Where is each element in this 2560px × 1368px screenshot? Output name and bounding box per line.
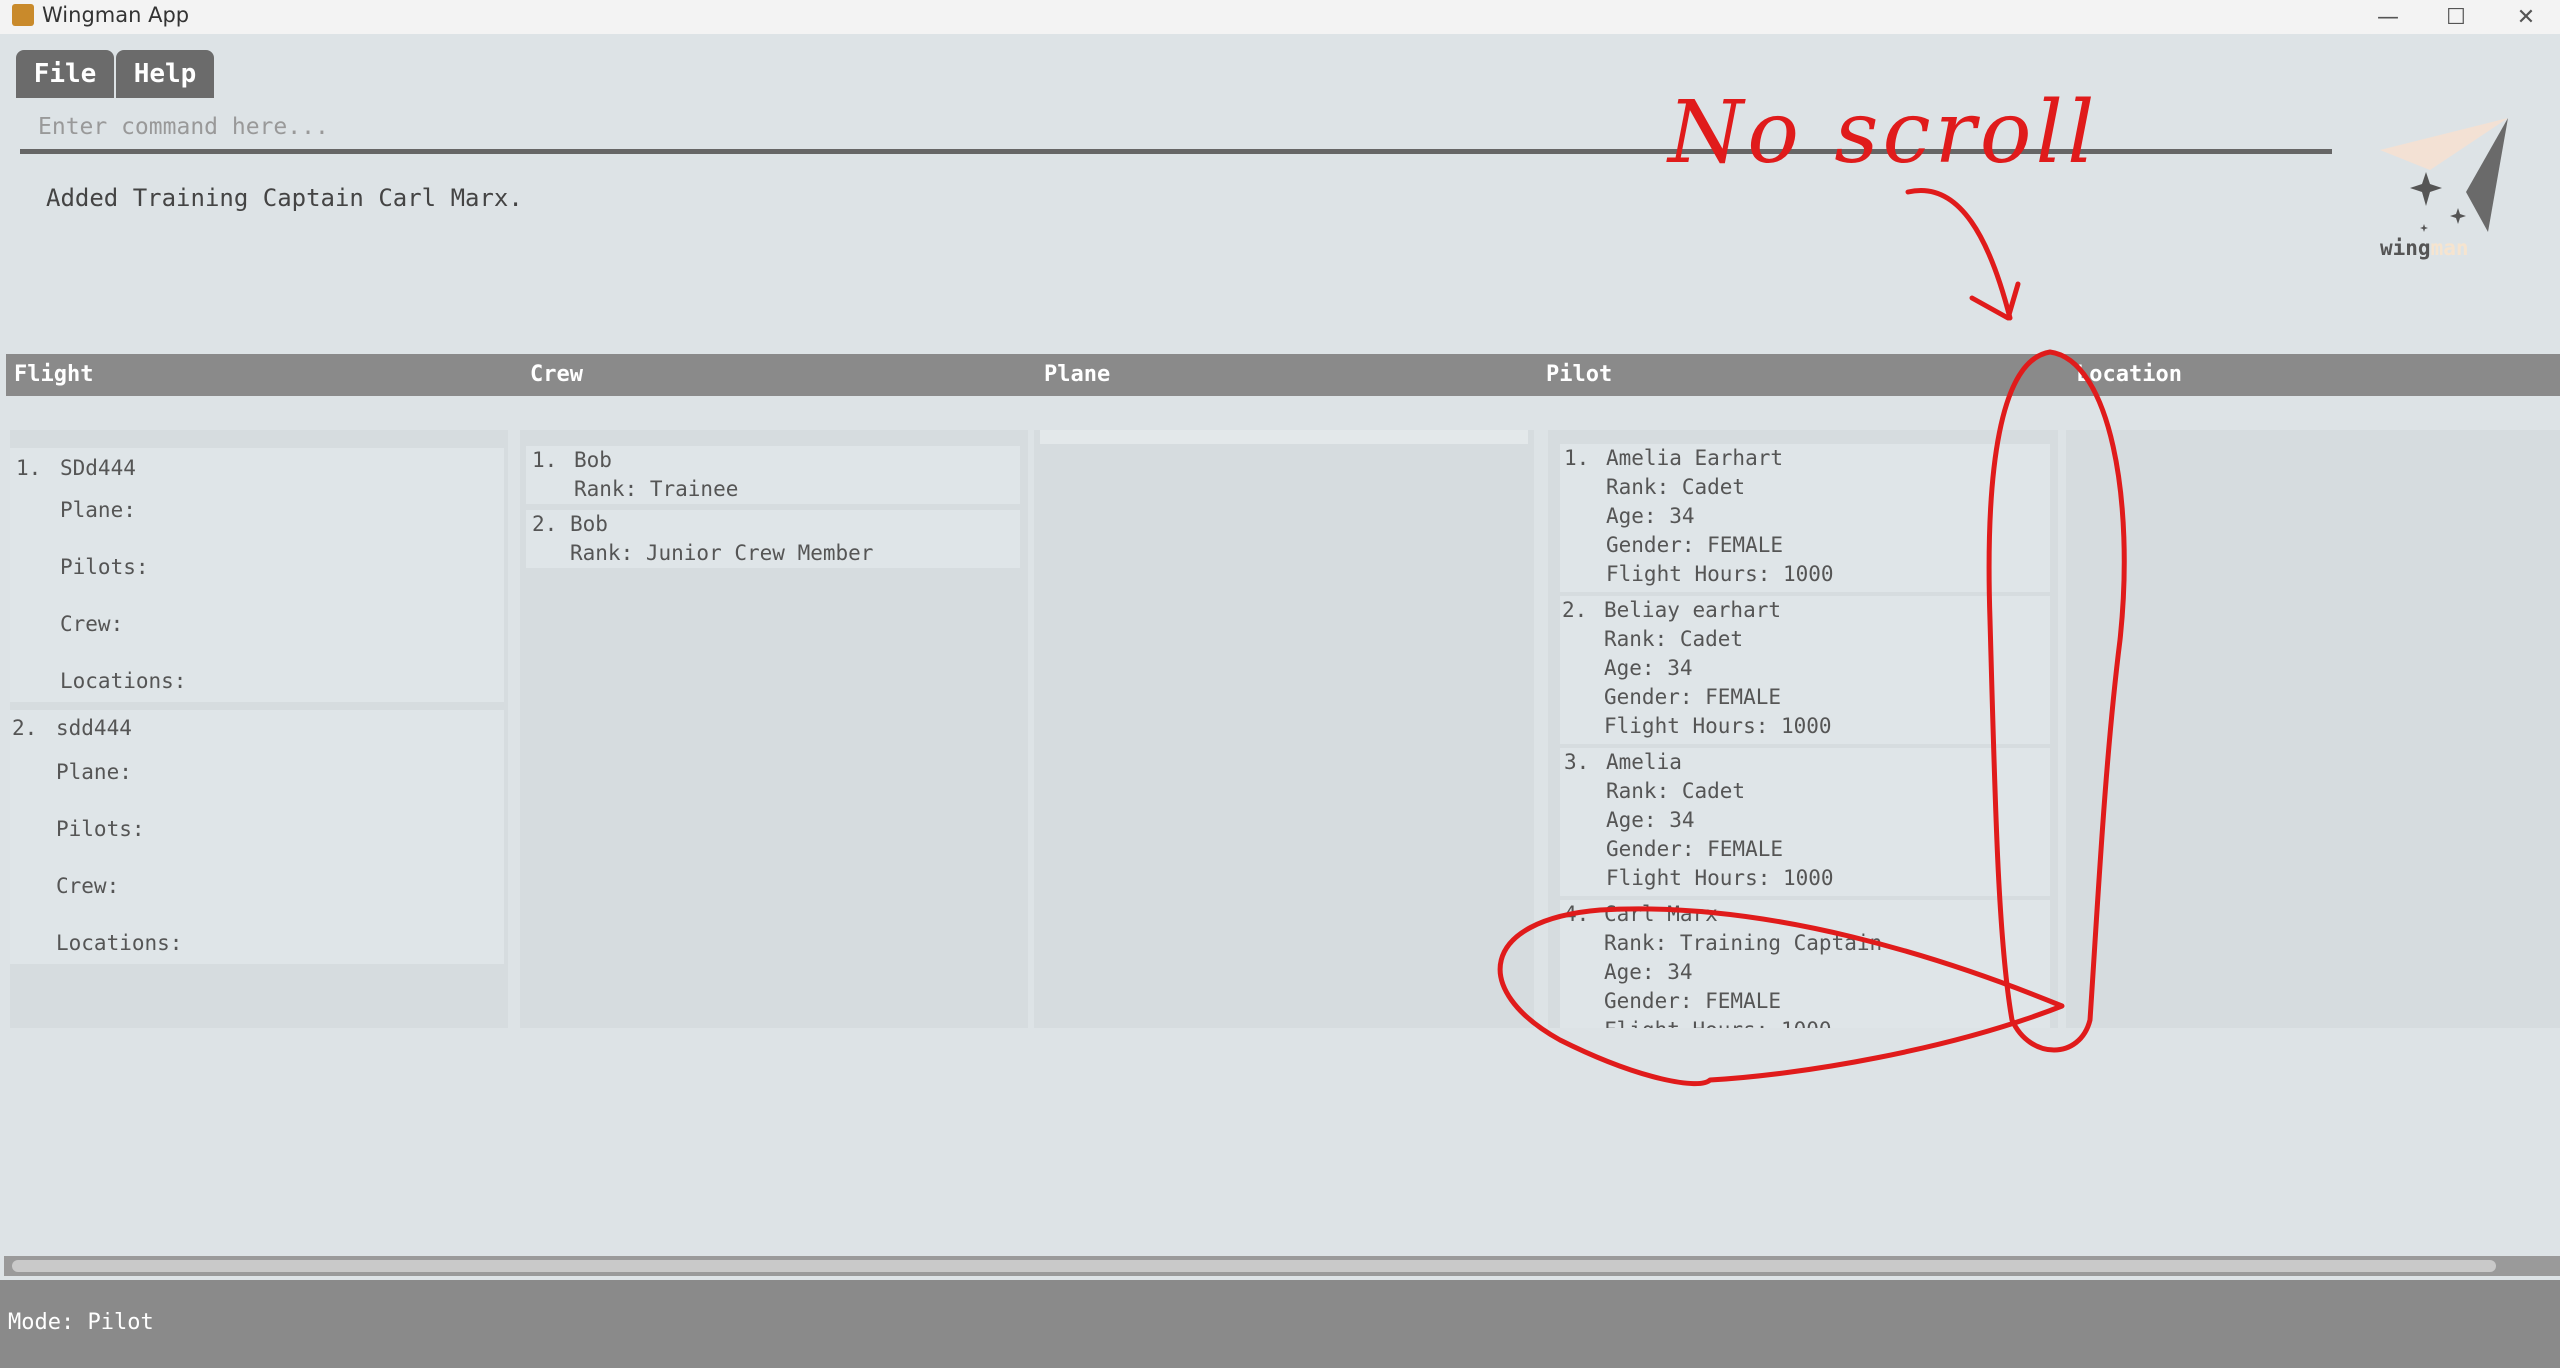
list-item[interactable]: 2. Beliay earhart Rank: Cadet Age: 34 Ge… — [1560, 596, 2050, 744]
pilot-gender: Gender: FEMALE — [1606, 533, 1784, 557]
pilot-index: 4. — [1564, 902, 1590, 926]
pilot-index: 1. — [1564, 446, 1590, 470]
flight-list[interactable]: 1. SDd444 Plane: Pilots: Crew: Locations… — [10, 430, 508, 1028]
column-header-bar: Flight Crew Plane Pilot Location — [6, 354, 2560, 396]
pilot-hours: Flight Hours: 1000 — [1604, 714, 1832, 738]
pilot-name: Beliay earhart — [1604, 598, 1782, 622]
pilot-list[interactable]: 1. Amelia Earhart Rank: Cadet Age: 34 Ge… — [1548, 430, 2058, 1028]
app-icon — [12, 4, 34, 26]
flight-plane-label: Plane: — [56, 760, 132, 784]
pilot-gender: Gender: FEMALE — [1606, 837, 1784, 861]
pilot-index: 3. — [1564, 750, 1590, 774]
pilot-age: Age: 34 — [1604, 960, 1693, 984]
plane-list[interactable] — [1034, 430, 1534, 1028]
flight-pilots-label: Pilots: — [56, 817, 145, 841]
crew-rank: Rank: Junior Crew Member — [570, 541, 874, 565]
flight-pilots-label: Pilots: — [60, 555, 149, 579]
flight-crew-label: Crew: — [56, 874, 120, 898]
command-input[interactable] — [20, 104, 2332, 154]
pilot-name: Carl Marx — [1604, 902, 1718, 926]
location-list[interactable] — [2066, 430, 2560, 1028]
window-titlebar: Wingman App — ☐ ✕ — [0, 0, 2560, 34]
pilot-gender: Gender: FEMALE — [1604, 685, 1782, 709]
flight-locations-label: Locations: — [56, 931, 183, 955]
menu-help[interactable]: Help — [116, 50, 214, 98]
pilot-rank: Rank: Cadet — [1606, 475, 1746, 499]
annotation-arrow-icon — [1905, 188, 2013, 321]
close-button[interactable]: ✕ — [2496, 0, 2556, 34]
list-item[interactable]: 1. SDd444 Plane: Pilots: Crew: Locations… — [10, 448, 504, 702]
pilot-hours: Flight Hours: 1000 — [1606, 866, 1834, 890]
window-title: Wingman App — [42, 3, 190, 27]
crew-name: Bob — [570, 512, 608, 536]
crew-list[interactable]: 1. Bob Rank: Trainee 2. Bob Rank: Junior… — [520, 430, 1028, 1028]
menu-bar: File Help — [0, 34, 2560, 104]
pilot-index: 2. — [1562, 598, 1588, 622]
pilot-rank: Rank: Cadet — [1604, 627, 1744, 651]
flight-code: SDd444 — [60, 456, 136, 480]
status-bar: Mode: Pilot — [0, 1280, 2560, 1368]
horizontal-scrollbar[interactable] — [4, 1256, 2560, 1276]
pilot-name: Amelia — [1606, 750, 1682, 774]
mode-status: Mode: Pilot — [8, 1310, 154, 1335]
result-display: Added Training Captain Carl Marx. — [46, 184, 523, 212]
pilot-age: Age: 34 — [1604, 656, 1693, 680]
flight-plane-label: Plane: — [60, 498, 136, 522]
pilot-hours: Flight Hours: 1000 — [1606, 562, 1834, 586]
crew-index: 1. — [532, 448, 558, 472]
flight-crew-label: Crew: — [60, 612, 124, 636]
logo-text-man: man — [2430, 236, 2469, 260]
minimize-button[interactable]: — — [2358, 0, 2418, 34]
header-flight: Flight — [14, 362, 94, 387]
crew-index: 2. — [532, 512, 558, 536]
list-item[interactable]: 3. Amelia Rank: Cadet Age: 34 Gender: FE… — [1560, 748, 2050, 896]
list-item[interactable]: 4. Carl Marx Rank: Training Captain Age:… — [1560, 900, 2050, 1028]
crew-name: Bob — [574, 448, 612, 472]
list-item[interactable]: 2. Bob Rank: Junior Crew Member — [526, 510, 1020, 568]
header-crew: Crew — [530, 362, 583, 387]
list-item[interactable]: 1. Bob Rank: Trainee — [526, 446, 1020, 504]
pilot-rank: Rank: Training Captain — [1604, 931, 1883, 955]
pilot-hours: Flight Hours: 1000 — [1604, 1016, 1832, 1028]
flight-locations-label: Locations: — [60, 669, 187, 693]
pilot-rank: Rank: Cadet — [1606, 779, 1746, 803]
crew-rank: Rank: Trainee — [574, 477, 739, 501]
pilot-name: Amelia Earhart — [1606, 446, 1784, 470]
logo-text-wing: wing — [2380, 236, 2431, 260]
list-item[interactable]: 1. Amelia Earhart Rank: Cadet Age: 34 Ge… — [1560, 444, 2050, 592]
scrollbar-thumb[interactable] — [12, 1260, 2496, 1272]
flight-index: 1. — [16, 456, 42, 480]
header-pilot: Pilot — [1546, 362, 1613, 387]
flight-code: sdd444 — [56, 716, 132, 740]
header-plane: Plane — [1044, 362, 1111, 387]
pilot-age: Age: 34 — [1606, 504, 1695, 528]
flight-index: 2. — [12, 716, 38, 740]
pilot-gender: Gender: FEMALE — [1604, 989, 1782, 1013]
annotation-arrowhead-icon — [1969, 281, 2021, 321]
menu-file[interactable]: File — [16, 50, 114, 98]
maximize-button[interactable]: ☐ — [2426, 0, 2486, 34]
pilot-age: Age: 34 — [1606, 808, 1695, 832]
wingman-logo: wingman — [2370, 112, 2520, 262]
list-item[interactable]: 2. sdd444 Plane: Pilots: Crew: Locations… — [10, 710, 504, 964]
header-location: Location — [2076, 362, 2182, 387]
